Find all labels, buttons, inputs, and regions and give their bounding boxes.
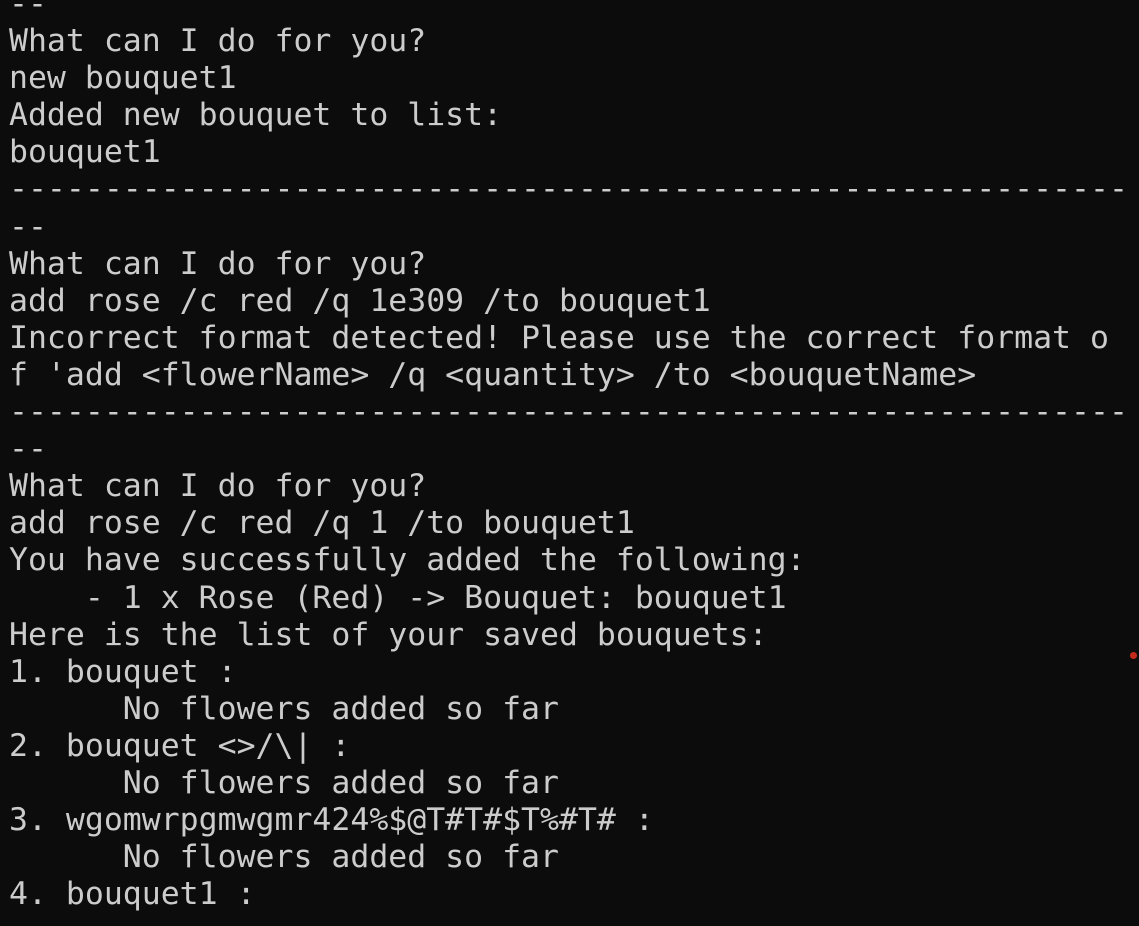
prompt-line: What can I do for you?	[9, 23, 427, 60]
separator-line-tail: --	[9, 431, 47, 468]
bouquet-list-item: 1. bouquet :	[9, 653, 237, 690]
prompt-line: What can I do for you?	[9, 468, 427, 505]
response-line: Here is the list of your saved bouquets:	[9, 616, 768, 653]
response-line: bouquet1	[9, 134, 161, 171]
response-line: You have successfully added the followin…	[9, 542, 806, 579]
added-item-line: - 1 x Rose (Red) -> Bouquet: bouquet1	[9, 579, 787, 616]
response-line: Added new bouquet to list:	[9, 97, 503, 134]
separator-line-tail: --	[9, 208, 47, 245]
bouquet-contents-line: No flowers added so far	[9, 839, 559, 876]
error-message-line: f 'add <flowerName> /q <quantity> /to <b…	[9, 356, 977, 393]
bouquet-contents-line: No flowers added so far	[9, 764, 559, 801]
terminal-window[interactable]: -- What can I do for you? new bouquet1 A…	[0, 0, 1139, 926]
error-message-line: Incorrect format detected! Please use th…	[9, 319, 1109, 356]
indicator-dot	[1130, 652, 1137, 659]
separator-line-tail: --	[9, 0, 47, 22]
separator-line: ----------------------------------------…	[9, 171, 1128, 208]
bouquet-list-item: 4. bouquet1 :	[9, 876, 256, 913]
bouquet-list-item: 2. bouquet <>/\| :	[9, 727, 351, 764]
user-command-line: add rose /c red /q 1e309 /to bouquet1	[9, 282, 711, 319]
bouquet-list-item: 3. wgomwrpgmwgmr424%$@T#T#$T%#T# :	[9, 802, 654, 839]
bouquet-contents-line: No flowers added so far	[9, 690, 559, 727]
user-command-line: new bouquet1	[9, 60, 237, 97]
prompt-line: What can I do for you?	[9, 245, 427, 282]
separator-line: ----------------------------------------…	[9, 394, 1128, 431]
terminal-output: -- What can I do for you? new bouquet1 A…	[9, 0, 1128, 913]
user-command-line: add rose /c red /q 1 /to bouquet1	[9, 505, 635, 542]
